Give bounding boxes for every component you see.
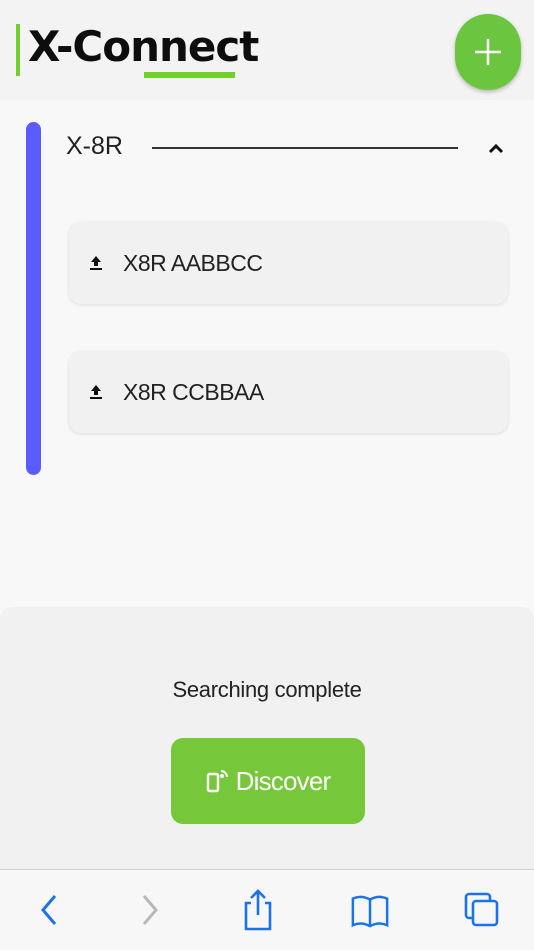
tabs-icon: [464, 892, 499, 927]
back-button[interactable]: [29, 888, 69, 932]
bookmarks-button[interactable]: [350, 888, 390, 932]
device-signal-icon: [206, 770, 228, 793]
device-card[interactable]: X8R CCBBAA: [69, 351, 508, 433]
share-icon: [244, 889, 272, 931]
upload-icon: [87, 253, 105, 273]
app-header: X-Connect: [0, 0, 534, 100]
discover-label: Discover: [235, 765, 332, 796]
group-accent-bar: [26, 122, 41, 475]
group-divider: [152, 147, 458, 149]
app-logo: X-Connect: [28, 22, 259, 71]
bookmarks-icon: [351, 895, 389, 928]
group-title[interactable]: X-8R: [66, 132, 123, 161]
share-button[interactable]: [238, 888, 278, 932]
device-card[interactable]: X8R AABBCC: [69, 222, 508, 304]
add-button[interactable]: [455, 14, 521, 90]
discover-button[interactable]: Discover: [171, 738, 365, 824]
back-icon: [41, 895, 57, 925]
collapse-button[interactable]: [484, 136, 508, 160]
logo-accent-bar: [16, 24, 20, 76]
scan-status: Searching complete: [172, 677, 362, 702]
forward-button[interactable]: [130, 888, 170, 932]
chevron-up-icon: [488, 143, 504, 154]
tabs-button[interactable]: [462, 888, 502, 932]
upload-icon: [87, 382, 105, 402]
plus-icon: [475, 39, 501, 65]
logo-underline: [144, 72, 235, 78]
forward-icon: [142, 895, 158, 925]
device-label: X8R CCBBAA: [123, 378, 264, 405]
device-label: X8R AABBCC: [123, 249, 263, 276]
